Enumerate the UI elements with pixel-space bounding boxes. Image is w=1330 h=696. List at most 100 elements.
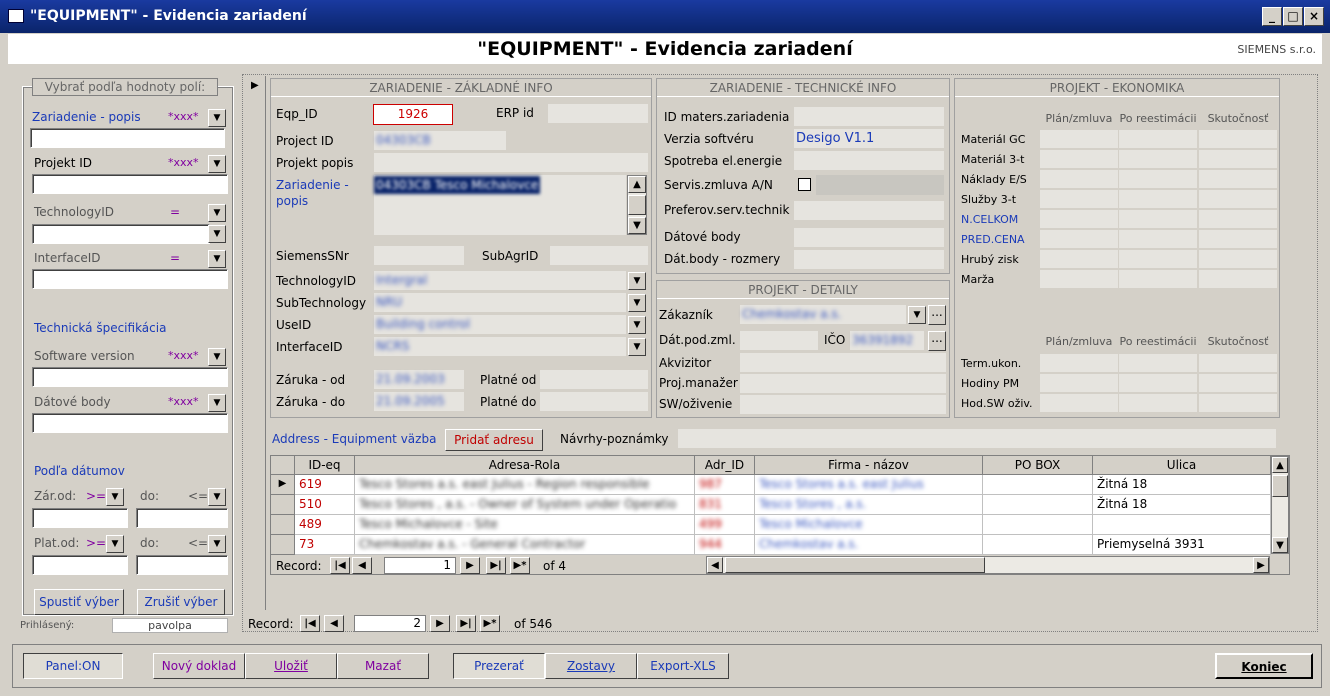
interface-id-combo[interactable]: NCRS <box>374 337 626 356</box>
econ-cell[interactable] <box>1199 190 1277 208</box>
filter-interface-op-dropdown[interactable]: ▼ <box>208 250 226 268</box>
econ-cell[interactable] <box>1040 394 1118 412</box>
filter-zar-do-input[interactable] <box>136 508 228 528</box>
econ-cell[interactable] <box>1199 374 1277 392</box>
table-cell[interactable] <box>983 515 1093 535</box>
grid-header-cell[interactable]: Adresa-Rola <box>355 456 695 475</box>
econ-cell[interactable] <box>1199 230 1277 248</box>
sub-last-record-button[interactable]: ▶| <box>486 557 506 574</box>
econ-cell[interactable] <box>1040 270 1118 288</box>
ico-more-button[interactable]: ... <box>928 331 946 351</box>
vscroll-down-icon[interactable]: ▼ <box>1272 537 1288 553</box>
table-cell[interactable]: 489 <box>295 515 355 535</box>
main-first-record-button[interactable]: |◀ <box>300 615 320 632</box>
software-field[interactable]: Desigo V1.1 <box>794 129 944 148</box>
zakaznik-dropdown[interactable]: ▼ <box>908 306 926 324</box>
econ-cell[interactable] <box>1199 130 1277 148</box>
datpod-field[interactable] <box>740 331 818 350</box>
address-vertical-scrollbar[interactable]: ▲ ▼ <box>1271 456 1289 554</box>
filter-zar-op-dropdown[interactable]: ▼ <box>106 488 124 506</box>
econ-cell[interactable] <box>1040 150 1118 168</box>
filter-zariadenie-input[interactable] <box>30 128 225 148</box>
panel-toggle-button[interactable]: Panel:ON <box>23 653 123 679</box>
econ-cell[interactable] <box>1119 394 1197 412</box>
econ-cell[interactable] <box>1119 210 1197 228</box>
table-cell[interactable]: 510 <box>295 495 355 515</box>
table-cell[interactable] <box>983 475 1093 495</box>
subtechnology-combo[interactable]: NRU <box>374 293 626 312</box>
exit-button[interactable]: Koniec <box>1215 653 1313 679</box>
main-record-number[interactable]: 2 <box>354 615 426 632</box>
sub-record-number[interactable]: 1 <box>384 557 456 574</box>
technology-id-dropdown[interactable]: ▼ <box>628 272 646 290</box>
econ-cell[interactable] <box>1119 190 1197 208</box>
akvizitor-field[interactable] <box>740 353 946 372</box>
econ-cell[interactable] <box>1040 250 1118 268</box>
platne-do-field[interactable] <box>540 392 648 411</box>
manazer-field[interactable] <box>740 374 946 393</box>
main-new-record-button[interactable]: ▶* <box>480 615 500 632</box>
hscroll-left-icon[interactable]: ◀ <box>707 557 723 573</box>
econ-cell[interactable] <box>1119 130 1197 148</box>
cancel-filter-button[interactable]: Zrušiť výber <box>137 589 225 615</box>
econ-cell[interactable] <box>1040 170 1118 188</box>
econ-cell[interactable] <box>1199 150 1277 168</box>
table-cell[interactable]: Priemyselná 3931 <box>1093 535 1271 555</box>
technology-id-combo[interactable]: Intergral <box>374 271 626 290</box>
econ-cell[interactable] <box>1040 130 1118 148</box>
save-button[interactable]: Uložiť <box>245 653 337 679</box>
table-cell[interactable]: 987 <box>695 475 755 495</box>
filter-zariadenie-op-dropdown[interactable]: ▼ <box>208 109 226 127</box>
zakaznik-combo[interactable]: Chemkostav a.s. <box>740 305 906 324</box>
econ-cell[interactable] <box>1199 210 1277 228</box>
zaruka-od-field[interactable]: 21.09.2003 <box>374 370 464 389</box>
energia-field[interactable] <box>794 151 944 170</box>
grid-header-cell[interactable]: ID-eq <box>295 456 355 475</box>
table-cell[interactable]: Žitná 18 <box>1093 495 1271 515</box>
grid-header-cell[interactable]: Adr_ID <box>695 456 755 475</box>
filter-technology-dropdown[interactable]: ▼ <box>208 225 226 243</box>
table-cell[interactable]: 73 <box>295 535 355 555</box>
main-prev-record-button[interactable]: ◀ <box>324 615 344 632</box>
table-cell[interactable]: 499 <box>695 515 755 535</box>
filter-software-input[interactable] <box>32 367 228 387</box>
filter-projekt-input[interactable] <box>32 174 228 194</box>
datove-body-field[interactable] <box>794 228 944 247</box>
econ-cell[interactable] <box>1199 394 1277 412</box>
table-cell[interactable]: Chemkostav a.s. - General Contractor <box>355 535 695 555</box>
grid-header-cell[interactable]: PO BOX <box>983 456 1093 475</box>
scroll-down-icon[interactable]: ▼ <box>628 217 646 234</box>
zariadenie-popis-textarea[interactable]: 04303CB Tesco Michalovce <box>374 175 626 235</box>
maters-field[interactable] <box>794 107 944 126</box>
platne-od-field[interactable] <box>540 370 648 389</box>
subtechnology-dropdown[interactable]: ▼ <box>628 294 646 312</box>
maximize-button[interactable]: □ <box>1283 7 1303 26</box>
ico-field[interactable]: 36391892 <box>850 331 924 350</box>
subagr-id-field[interactable] <box>550 246 648 265</box>
table-cell[interactable]: Tesco Stores a.s. east Julius <box>755 475 983 495</box>
grid-corner[interactable] <box>271 456 295 475</box>
zariadenie-popis-scrollbar[interactable]: ▲ ▼ <box>627 175 647 235</box>
browse-button[interactable]: Prezerať <box>453 653 545 679</box>
grid-header-cell[interactable]: Ulica <box>1093 456 1271 475</box>
grid-row-selector[interactable]: ▶ <box>271 475 295 495</box>
filter-interface-input[interactable] <box>32 269 228 289</box>
zaruka-do-field[interactable]: 21.09.2005 <box>374 392 464 411</box>
use-id-dropdown[interactable]: ▼ <box>628 316 646 334</box>
econ-cell[interactable] <box>1119 374 1197 392</box>
grid-header-cell[interactable]: Firma - názov <box>755 456 983 475</box>
grid-row-selector[interactable] <box>271 495 295 515</box>
technik-field[interactable] <box>794 201 944 220</box>
econ-cell[interactable] <box>1199 250 1277 268</box>
table-cell[interactable]: Tesco Stores a.s. east Julius - Region r… <box>355 475 695 495</box>
rozmery-field[interactable] <box>794 250 944 269</box>
minimize-button[interactable]: _ <box>1262 7 1282 26</box>
econ-cell[interactable] <box>1040 210 1118 228</box>
project-id-field[interactable]: 04303CB <box>374 131 506 150</box>
econ-cell[interactable] <box>1040 190 1118 208</box>
econ-cell[interactable] <box>1119 170 1197 188</box>
econ-cell[interactable] <box>1040 230 1118 248</box>
filter-plat-od-input[interactable] <box>32 555 128 575</box>
grid-row-selector[interactable] <box>271 535 295 555</box>
table-cell[interactable]: Tesco Stores , a.s. - Owner of System un… <box>355 495 695 515</box>
